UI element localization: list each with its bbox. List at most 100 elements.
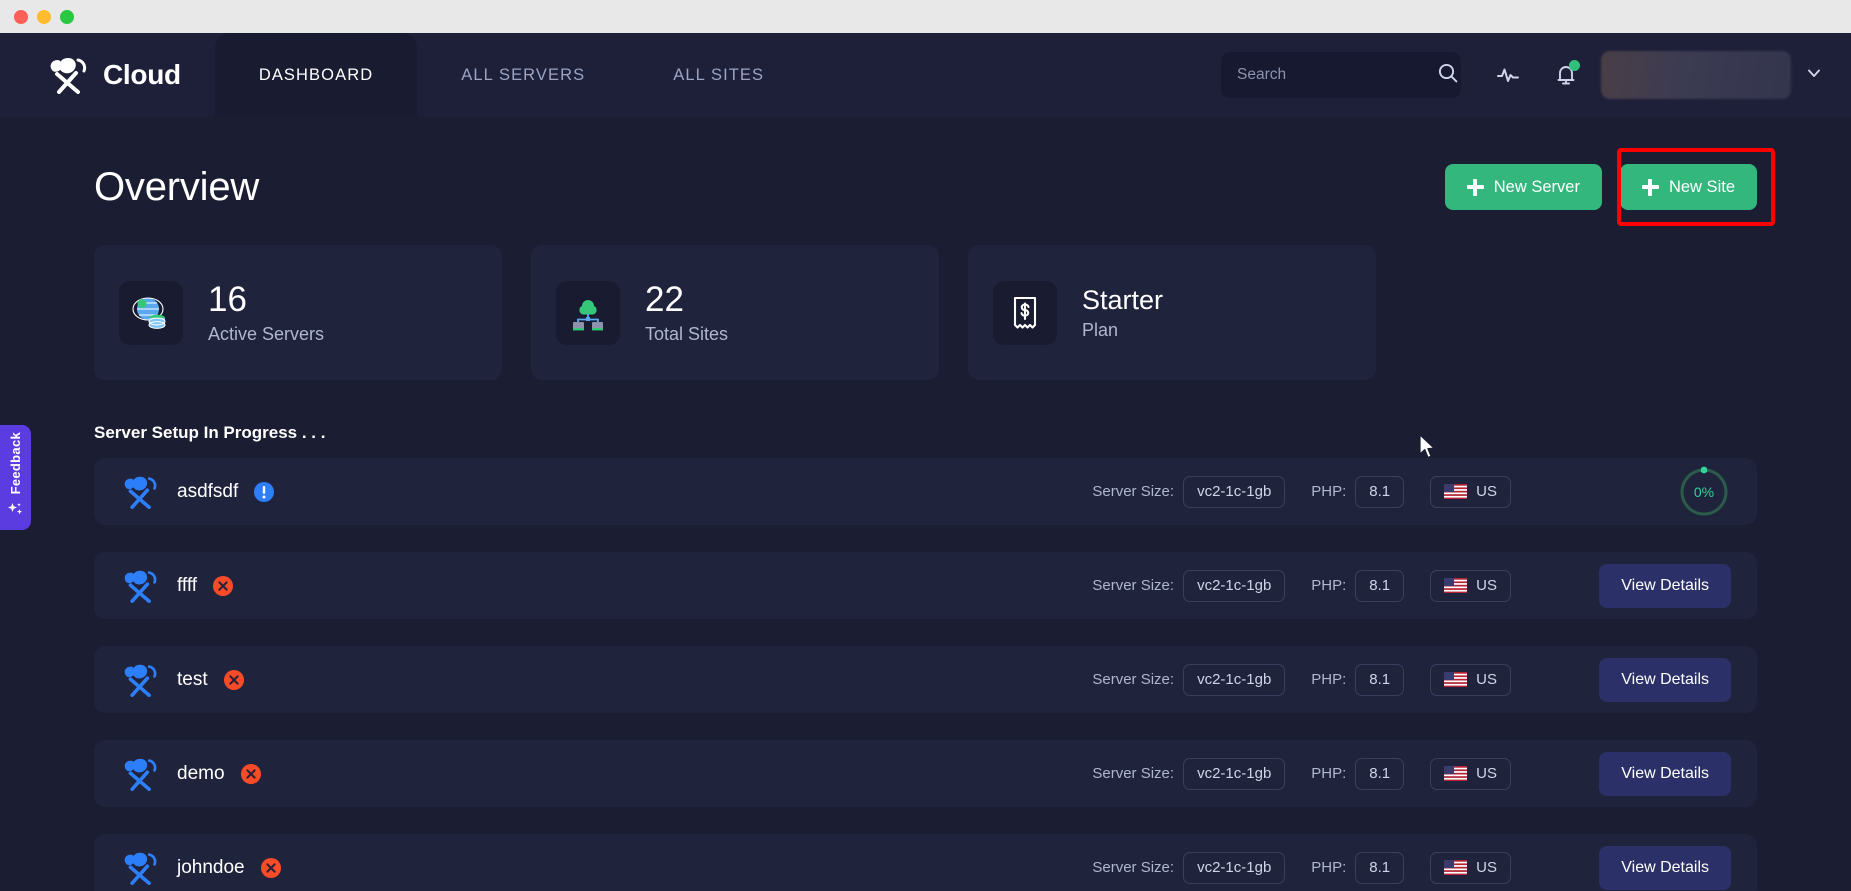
stat-card-plan[interactable]: Starter Plan (968, 245, 1376, 380)
stat-card-total-sites[interactable]: 22 Total Sites (531, 245, 939, 380)
feedback-tab[interactable]: Feedback (0, 425, 31, 530)
us-flag-icon (1444, 484, 1467, 499)
feedback-label: Feedback (8, 432, 23, 494)
region-label: US (1476, 765, 1497, 782)
search-box[interactable] (1221, 52, 1461, 98)
stat-card-active-servers[interactable]: 16 Active Servers (94, 245, 502, 380)
php-group: PHP: 8.1 (1311, 852, 1404, 884)
view-details-button[interactable]: View Details (1599, 846, 1731, 890)
plan-label: Plan (1082, 320, 1163, 341)
search-input[interactable] (1237, 66, 1437, 84)
server-size-label: Server Size: (1092, 859, 1174, 876)
tab-all-servers[interactable]: ALL SERVERS (417, 33, 629, 117)
error-circle-x-icon[interactable] (260, 857, 282, 879)
bell-icon[interactable] (1543, 52, 1589, 98)
stat-label: Active Servers (208, 324, 324, 345)
cloud-x-logo-icon (48, 56, 92, 94)
page-header: Overview New Server New Site (94, 117, 1757, 210)
server-size-label: Server Size: (1092, 483, 1174, 500)
globe-database-icon (119, 281, 183, 345)
server-identity: asdfsdf (122, 475, 592, 509)
page-actions: New Server New Site (1445, 164, 1757, 210)
error-circle-x-icon[interactable] (212, 575, 234, 597)
server-row[interactable]: asdfsdf Server Size: vc2-1c-1gb PHP: 8. (94, 458, 1757, 525)
stat-cards: 16 Active Servers 22 Total Sites (94, 245, 1757, 380)
cloud-x-logo-icon (122, 475, 162, 509)
region-badge: US (1430, 852, 1511, 884)
php-value: 8.1 (1355, 758, 1404, 790)
page-title: Overview (94, 165, 259, 210)
stat-value: 16 (208, 280, 324, 320)
new-site-button[interactable]: New Site (1620, 164, 1757, 210)
page-content: Overview New Server New Site (0, 117, 1851, 891)
region-label: US (1476, 577, 1497, 594)
php-group: PHP: 8.1 (1311, 664, 1404, 696)
error-circle-x-icon[interactable] (240, 763, 262, 785)
us-flag-icon (1444, 860, 1467, 875)
notification-unread-dot (1569, 60, 1580, 71)
account-menu[interactable] (1601, 51, 1833, 99)
tab-all-sites[interactable]: ALL SITES (629, 33, 808, 117)
php-label: PHP: (1311, 765, 1346, 782)
new-server-button[interactable]: New Server (1445, 164, 1602, 210)
error-circle-x-icon[interactable] (223, 669, 245, 691)
php-group: PHP: 8.1 (1311, 758, 1404, 790)
us-flag-icon (1444, 672, 1467, 687)
php-value: 8.1 (1355, 476, 1404, 508)
window-minimize-button[interactable] (37, 10, 51, 24)
chevron-down-icon[interactable] (1805, 64, 1823, 87)
server-size-group: Server Size: vc2-1c-1gb (1092, 758, 1285, 790)
server-size-group: Server Size: vc2-1c-1gb (1092, 664, 1285, 696)
server-meta: Server Size: vc2-1c-1gb PHP: 8.1 (1092, 570, 1511, 602)
activity-pulse-icon[interactable] (1485, 52, 1531, 98)
server-size-group: Server Size: vc2-1c-1gb (1092, 570, 1285, 602)
cloud-x-logo-icon (122, 851, 162, 885)
view-details-button[interactable]: View Details (1599, 658, 1731, 702)
server-meta: Server Size: vc2-1c-1gb PHP: 8.1 (1092, 476, 1511, 508)
cloud-network-icon (556, 281, 620, 345)
server-name: test (177, 669, 208, 691)
cloud-x-logo-icon (122, 569, 162, 603)
server-identity: test (122, 663, 592, 697)
window-close-button[interactable] (14, 10, 28, 24)
view-details-button[interactable]: View Details (1599, 752, 1731, 796)
brand-name: Cloud (103, 59, 181, 91)
view-details-button[interactable]: View Details (1599, 564, 1731, 608)
server-action: 0% (1541, 465, 1731, 519)
server-row[interactable]: test Server Size: vc2-1c-1gb PHP: 8.1 (94, 646, 1757, 713)
region-label: US (1476, 859, 1497, 876)
php-value: 8.1 (1355, 852, 1404, 884)
server-row[interactable]: ffff Server Size: vc2-1c-1gb PHP: 8.1 (94, 552, 1757, 619)
server-row[interactable]: johndoe Server Size: vc2-1c-1gb PHP: 8.1 (94, 834, 1757, 891)
server-setup-list: asdfsdf Server Size: vc2-1c-1gb PHP: 8. (94, 458, 1757, 891)
region-badge: US (1430, 664, 1511, 696)
new-site-label: New Site (1669, 178, 1735, 197)
top-navbar: Cloud DASHBOARD ALL SERVERS ALL SITES (0, 33, 1851, 117)
server-action: View Details (1541, 564, 1731, 608)
info-circle-icon[interactable] (253, 481, 275, 503)
brand[interactable]: Cloud (0, 33, 215, 117)
window-maximize-button[interactable] (60, 10, 74, 24)
stat-label: Total Sites (645, 324, 728, 345)
server-size-label: Server Size: (1092, 671, 1174, 688)
new-server-label: New Server (1494, 178, 1580, 197)
server-action: View Details (1541, 658, 1731, 702)
window-titlebar (0, 0, 1851, 33)
php-label: PHP: (1311, 859, 1346, 876)
server-size-value: vc2-1c-1gb (1183, 664, 1285, 696)
server-size-value: vc2-1c-1gb (1183, 476, 1285, 508)
stat-value: 22 (645, 280, 728, 320)
server-size-label: Server Size: (1092, 577, 1174, 594)
tab-dashboard[interactable]: DASHBOARD (215, 33, 417, 117)
sparkles-icon (7, 501, 24, 523)
region-badge: US (1430, 758, 1511, 790)
server-row[interactable]: demo Server Size: vc2-1c-1gb PHP: 8.1 (94, 740, 1757, 807)
server-identity: ffff (122, 569, 592, 603)
server-meta: Server Size: vc2-1c-1gb PHP: 8.1 (1092, 852, 1511, 884)
server-name: ffff (177, 575, 197, 597)
server-size-group: Server Size: vc2-1c-1gb (1092, 476, 1285, 508)
plus-icon (1642, 179, 1659, 196)
php-label: PHP: (1311, 483, 1346, 500)
search-icon[interactable] (1437, 62, 1459, 89)
server-action: View Details (1541, 846, 1731, 890)
